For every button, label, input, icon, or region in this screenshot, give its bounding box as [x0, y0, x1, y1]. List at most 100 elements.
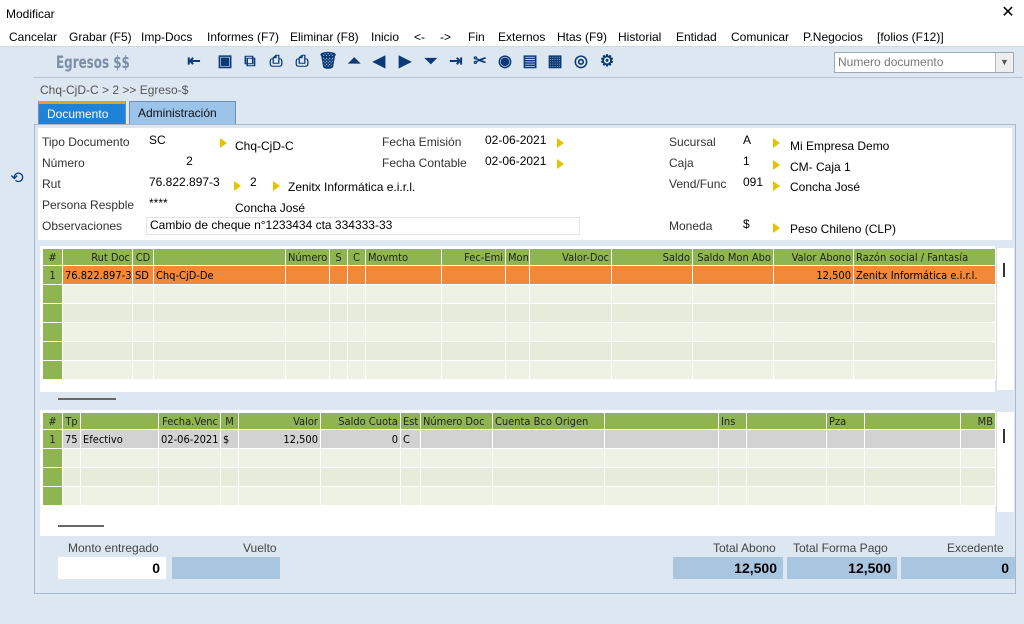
sucursal-arrow-icon[interactable]: [773, 138, 780, 148]
col-header[interactable]: MB: [960, 412, 996, 430]
back-icon[interactable]: ⇤: [184, 52, 204, 72]
cell-valor-doc[interactable]: [529, 265, 612, 285]
vend-func-arrow-icon[interactable]: [773, 181, 780, 191]
fecha-emision-arrow-icon[interactable]: [557, 138, 564, 148]
caja-field[interactable]: 1: [740, 154, 770, 172]
chevron-down-icon[interactable]: ▼: [995, 53, 1013, 72]
col-header[interactable]: Pza: [826, 412, 865, 430]
cell-mon[interactable]: [505, 265, 530, 285]
cell-cuenta-bco[interactable]: [492, 429, 605, 449]
col-header[interactable]: CD: [132, 248, 154, 266]
menu-entidad[interactable]: Entidad: [676, 30, 717, 44]
col-header[interactable]: Tp: [62, 412, 81, 430]
col-header[interactable]: M: [220, 412, 239, 430]
tab-documento[interactable]: Documento: [38, 101, 126, 124]
card-icon[interactable]: ▤: [520, 52, 540, 72]
cell-valor-abono[interactable]: 12,500: [773, 265, 854, 285]
cell-razon-social[interactable]: Zenitx Informática e.i.r.l.: [853, 265, 996, 285]
menu-fin[interactable]: Fin: [468, 30, 485, 44]
fecha-emision-field[interactable]: 02-06-2021: [482, 133, 556, 151]
table-row[interactable]: [42, 448, 996, 468]
tipo-lookup-arrow-icon[interactable]: [220, 138, 227, 148]
cell-doc[interactable]: Chq-CjD-De: [153, 265, 286, 285]
export-icon[interactable]: ⇥: [446, 52, 466, 72]
cell-blank[interactable]: [864, 429, 961, 449]
vend-func-field[interactable]: 091: [740, 175, 770, 193]
menu-prev[interactable]: <-: [414, 30, 425, 44]
cell-tipo-pago[interactable]: Efectivo: [80, 429, 159, 449]
print-icon[interactable]: ⎙: [292, 52, 312, 72]
splitter-handle[interactable]: [58, 525, 104, 527]
close-button[interactable]: ✕: [998, 3, 1018, 23]
menu-grabar[interactable]: Grabar (F5): [69, 30, 132, 44]
col-header[interactable]: Fecha.Venc: [158, 412, 221, 430]
col-header[interactable]: Mon: [505, 248, 530, 266]
cell-c[interactable]: [347, 265, 366, 285]
menu-historial[interactable]: Historial: [618, 30, 661, 44]
col-header[interactable]: #: [42, 248, 63, 266]
moneda-arrow-icon[interactable]: [773, 223, 780, 233]
settings-icon[interactable]: ⚙: [597, 52, 617, 72]
table-row[interactable]: 1 75 Efectivo 02-06-2021 $ 12,500 0 C: [42, 429, 996, 449]
cell-tp[interactable]: 75: [62, 429, 81, 449]
numero-documento-input[interactable]: Numero documento: [834, 52, 1014, 73]
col-header[interactable]: Movmto: [365, 248, 442, 266]
table-row[interactable]: [42, 303, 996, 323]
moneda-field[interactable]: $: [740, 217, 770, 235]
menu-cancelar[interactable]: Cancelar: [9, 30, 57, 44]
sync-icon[interactable]: ⟲: [6, 168, 28, 188]
menu-comunicar[interactable]: Comunicar: [731, 30, 789, 44]
col-header[interactable]: Saldo Mon Abo: [692, 248, 774, 266]
cell-movmto[interactable]: [365, 265, 442, 285]
cell-s[interactable]: [329, 265, 348, 285]
persona-field[interactable]: ****: [146, 196, 230, 214]
caja-arrow-icon[interactable]: [773, 160, 780, 170]
table-row[interactable]: [42, 284, 996, 304]
col-header[interactable]: Ins: [718, 412, 747, 430]
col-header[interactable]: Cuenta Bco Origen: [492, 412, 605, 430]
table-row[interactable]: [42, 341, 996, 361]
menu-htas[interactable]: Htas (F9): [557, 30, 607, 44]
cell-saldo-mon-abo[interactable]: [692, 265, 774, 285]
last-icon[interactable]: ⏷: [421, 52, 441, 72]
splitter-handle[interactable]: [58, 398, 116, 400]
cell-rut[interactable]: 76.822.897-3: [62, 265, 133, 285]
cell-saldo-cuota[interactable]: 0: [320, 429, 401, 449]
cell-numero[interactable]: [285, 265, 330, 285]
menu-next[interactable]: ->: [440, 30, 451, 44]
col-header[interactable]: [864, 412, 961, 430]
col-header[interactable]: Est: [400, 412, 421, 430]
observaciones-field[interactable]: Cambio de cheque n°1233434 cta 334333-33: [146, 217, 580, 235]
table-row[interactable]: [42, 486, 996, 506]
col-header[interactable]: [604, 412, 719, 430]
menu-externos[interactable]: Externos: [498, 30, 545, 44]
menu-p-negocios[interactable]: P.Negocios: [803, 30, 863, 44]
table-row[interactable]: [42, 322, 996, 342]
grid-icon[interactable]: ▦: [545, 52, 565, 72]
monto-entregado-field[interactable]: 0: [58, 557, 166, 579]
documents-scrollbar[interactable]: [996, 248, 1014, 390]
cell-fecha-venc[interactable]: 02-06-2021: [158, 429, 221, 449]
col-header[interactable]: Número: [285, 248, 330, 266]
tipo-documento-field[interactable]: SC: [146, 133, 230, 151]
chat-icon[interactable]: ◎: [571, 52, 591, 72]
cell-m[interactable]: $: [220, 429, 239, 449]
sucursal-field[interactable]: A: [740, 133, 770, 151]
table-row[interactable]: [42, 360, 996, 380]
cell-fec-emi[interactable]: [441, 265, 506, 285]
next-icon[interactable]: ▶: [395, 52, 415, 72]
col-header[interactable]: [153, 248, 286, 266]
view-icon[interactable]: ◉: [495, 52, 515, 72]
col-header[interactable]: Saldo: [611, 248, 693, 266]
fecha-contable-field[interactable]: 02-06-2021: [482, 154, 556, 172]
menu-informes[interactable]: Informes (F7): [207, 30, 279, 44]
copy-icon[interactable]: ⧉: [240, 52, 260, 72]
cell-mb[interactable]: [960, 429, 996, 449]
col-header[interactable]: S: [329, 248, 348, 266]
col-header[interactable]: Número Doc: [420, 412, 493, 430]
cell-blank[interactable]: [746, 429, 827, 449]
cell-saldo[interactable]: [611, 265, 693, 285]
col-header[interactable]: Rut Doc: [62, 248, 133, 266]
menu-eliminar[interactable]: Eliminar (F8): [290, 30, 359, 44]
col-header[interactable]: [746, 412, 827, 430]
